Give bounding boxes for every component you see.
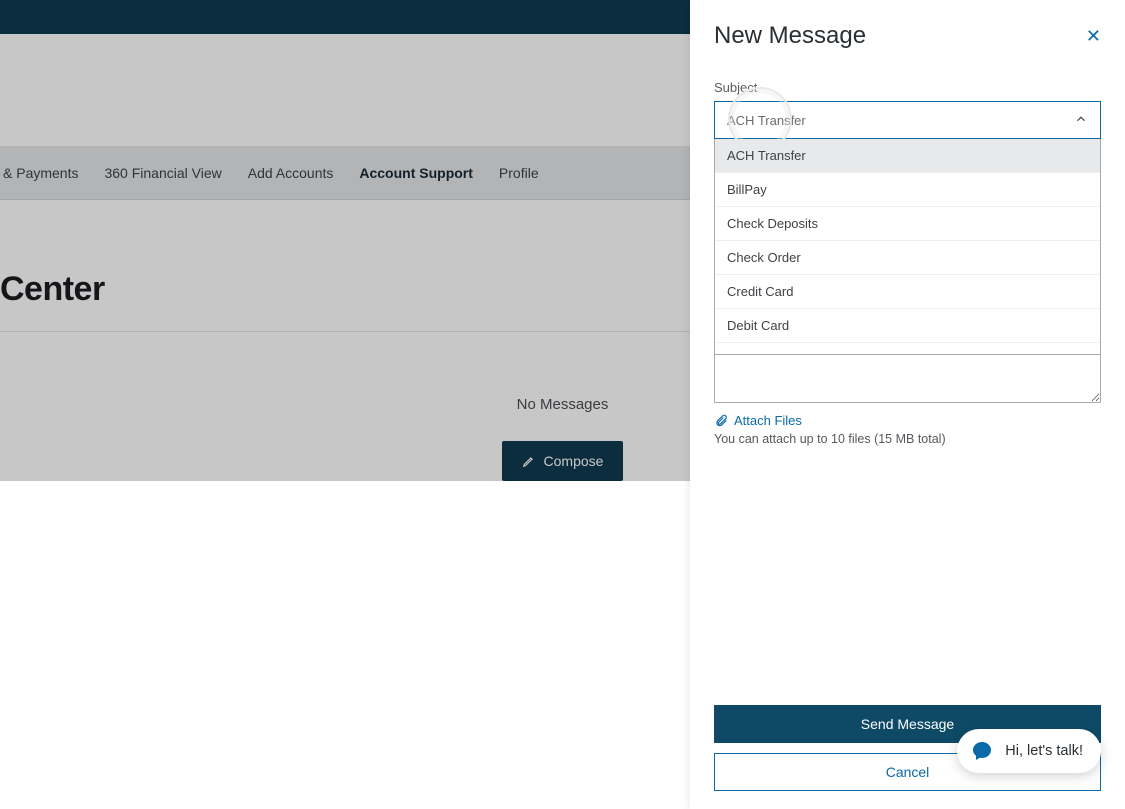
compose-label: Compose (544, 453, 604, 469)
attach-hint-text: You can attach up to 10 files (15 MB tot… (714, 432, 1101, 446)
tab-profile[interactable]: Profile (499, 165, 539, 181)
tab-360-financial-view[interactable]: 360 Financial View (104, 165, 221, 181)
new-message-panel: New Message ✕ Subject ACH Transfer ACH T… (690, 0, 1125, 809)
chat-widget[interactable]: Hi, let's talk! (957, 729, 1101, 773)
no-messages-text: No Messages (517, 396, 609, 413)
subject-label: Subject (714, 80, 1101, 95)
dropdown-option[interactable]: Debit Card (715, 309, 1100, 343)
subject-select[interactable]: ACH Transfer (714, 101, 1101, 139)
chevron-up-icon (1074, 112, 1088, 129)
dropdown-option[interactable]: BillPay (715, 173, 1100, 207)
subject-dropdown-list[interactable]: ACH Transfer BillPay Check Deposits Chec… (714, 139, 1101, 355)
pencil-icon (522, 454, 536, 468)
page-title: Center (0, 270, 105, 309)
dropdown-option[interactable]: Deposit Account (715, 343, 1100, 355)
compose-button[interactable]: Compose (502, 441, 624, 481)
tab-payments[interactable]: & Payments (3, 165, 78, 181)
tab-add-accounts[interactable]: Add Accounts (248, 165, 334, 181)
attach-files-label: Attach Files (734, 413, 802, 428)
chat-bubble-icon (969, 739, 995, 763)
panel-title: New Message (714, 22, 866, 50)
attachment-icon (714, 414, 728, 428)
chat-text: Hi, let's talk! (1005, 743, 1083, 759)
close-icon[interactable]: ✕ (1086, 26, 1101, 47)
dropdown-option[interactable]: Credit Card (715, 275, 1100, 309)
attach-files-link[interactable]: Attach Files (714, 413, 1101, 428)
tab-account-support[interactable]: Account Support (359, 165, 473, 181)
dropdown-option[interactable]: Check Order (715, 241, 1100, 275)
subject-selected-value: ACH Transfer (727, 113, 806, 128)
message-textarea[interactable] (714, 355, 1101, 403)
dropdown-option[interactable]: Check Deposits (715, 207, 1100, 241)
dropdown-option[interactable]: ACH Transfer (715, 139, 1100, 173)
